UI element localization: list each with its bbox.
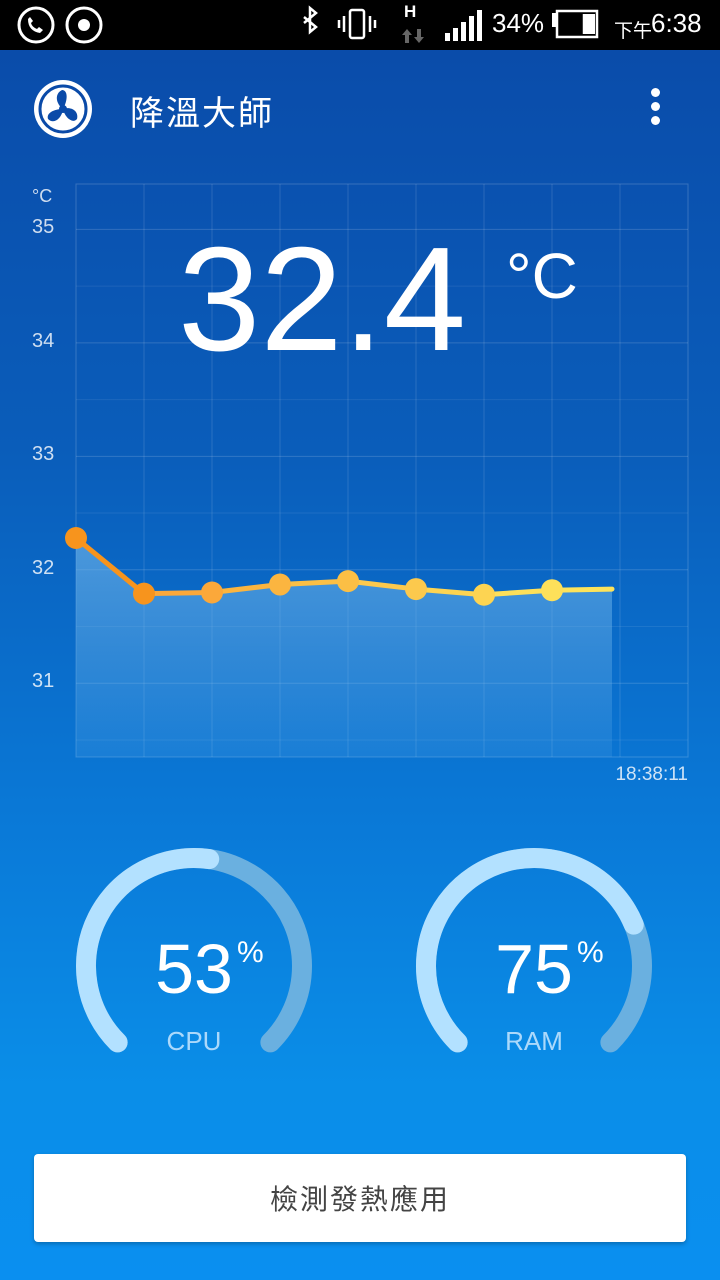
ram-value: 75% [414, 934, 654, 1004]
ram-label: RAM [505, 1026, 563, 1056]
ram-percent-value: 75 [495, 930, 573, 1008]
temperature-unit: °C [506, 240, 578, 312]
chart-area [76, 538, 612, 757]
cpu-percent-value: 53 [155, 930, 233, 1008]
chart-point [201, 581, 223, 604]
cpu-percent-sign: % [236, 936, 264, 969]
chart-point [269, 573, 291, 596]
cpu-gauge: 53% CPU [74, 846, 314, 1086]
temperature-chart [65, 183, 689, 758]
ram-percent-sign: % [576, 936, 604, 969]
chart-point [133, 582, 155, 605]
chart-point [473, 583, 495, 606]
cpu-label: CPU [166, 1026, 222, 1056]
chart-point [405, 578, 427, 601]
current-temperature: 32.4 [178, 217, 467, 382]
detect-hot-apps-button[interactable]: 檢測發熱應用 [34, 1154, 686, 1242]
chart-point [541, 579, 563, 602]
chart-area-fill [76, 538, 612, 757]
chart-point [65, 527, 87, 550]
ram-gauge: 75% RAM [414, 846, 654, 1086]
cpu-value: 53% [74, 934, 314, 1004]
chart-point [337, 570, 359, 593]
chart-time-label: 18:38:11 [615, 764, 688, 785]
